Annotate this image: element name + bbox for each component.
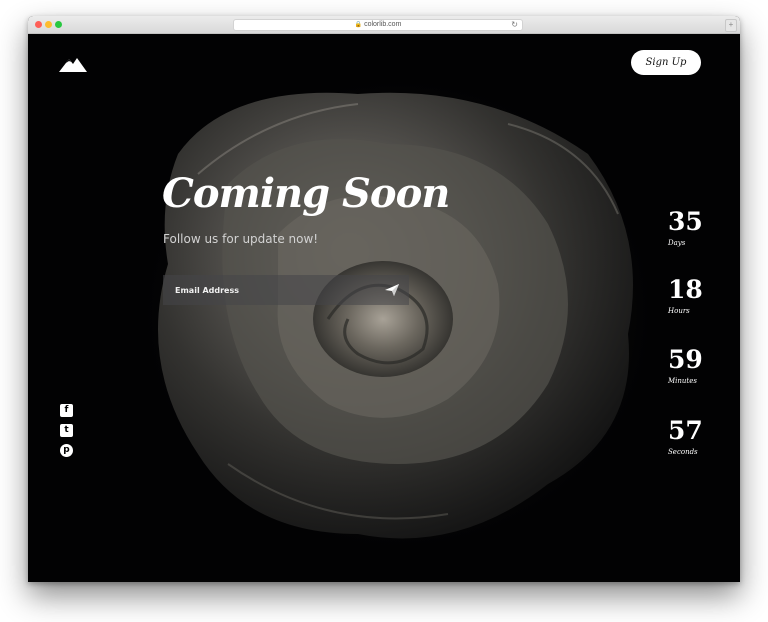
countdown-value: 57 <box>668 416 703 445</box>
twitter-icon[interactable]: t <box>60 424 73 437</box>
paper-plane-icon[interactable] <box>385 284 399 296</box>
lock-icon: 🔒 <box>354 22 363 28</box>
countdown-label: Seconds <box>668 448 698 456</box>
countdown-minutes: 59 Minutes <box>668 345 728 386</box>
page-subtitle: Follow us for update now! <box>163 232 319 246</box>
countdown-days: 35 Days <box>668 207 728 248</box>
browser-window: 🔒 colorlib.com ↻ + Sign Up Coming Soon F… <box>28 16 740 582</box>
minimize-window-button[interactable] <box>45 21 52 28</box>
address-bar[interactable]: 🔒 colorlib.com ↻ <box>233 19 523 31</box>
countdown-hours: 18 Hours <box>668 275 728 316</box>
maximize-window-button[interactable] <box>55 21 62 28</box>
countdown-label: Hours <box>668 307 690 315</box>
email-field[interactable] <box>163 275 378 305</box>
reload-icon[interactable]: ↻ <box>511 20 518 30</box>
facebook-icon[interactable]: f <box>60 404 73 417</box>
close-window-button[interactable] <box>35 21 42 28</box>
coming-soon-page: Sign Up Coming Soon Follow us for update… <box>28 34 740 582</box>
mountain-icon[interactable] <box>59 56 87 72</box>
new-tab-button[interactable]: + <box>725 19 737 32</box>
address-url: colorlib.com <box>364 21 402 28</box>
browser-titlebar: 🔒 colorlib.com ↻ + <box>28 16 740 34</box>
countdown-value: 35 <box>668 207 703 236</box>
page-title: Coming Soon <box>162 170 450 217</box>
countdown-value: 59 <box>668 345 703 374</box>
subscribe-form <box>163 275 409 305</box>
countdown-label: Minutes <box>668 377 697 385</box>
countdown-seconds: 57 Seconds <box>668 416 728 457</box>
pinterest-icon[interactable]: p <box>60 444 73 457</box>
rose-background-image <box>138 74 658 554</box>
countdown-value: 18 <box>668 275 703 304</box>
sign-up-button[interactable]: Sign Up <box>631 50 701 75</box>
countdown-label: Days <box>668 239 686 247</box>
